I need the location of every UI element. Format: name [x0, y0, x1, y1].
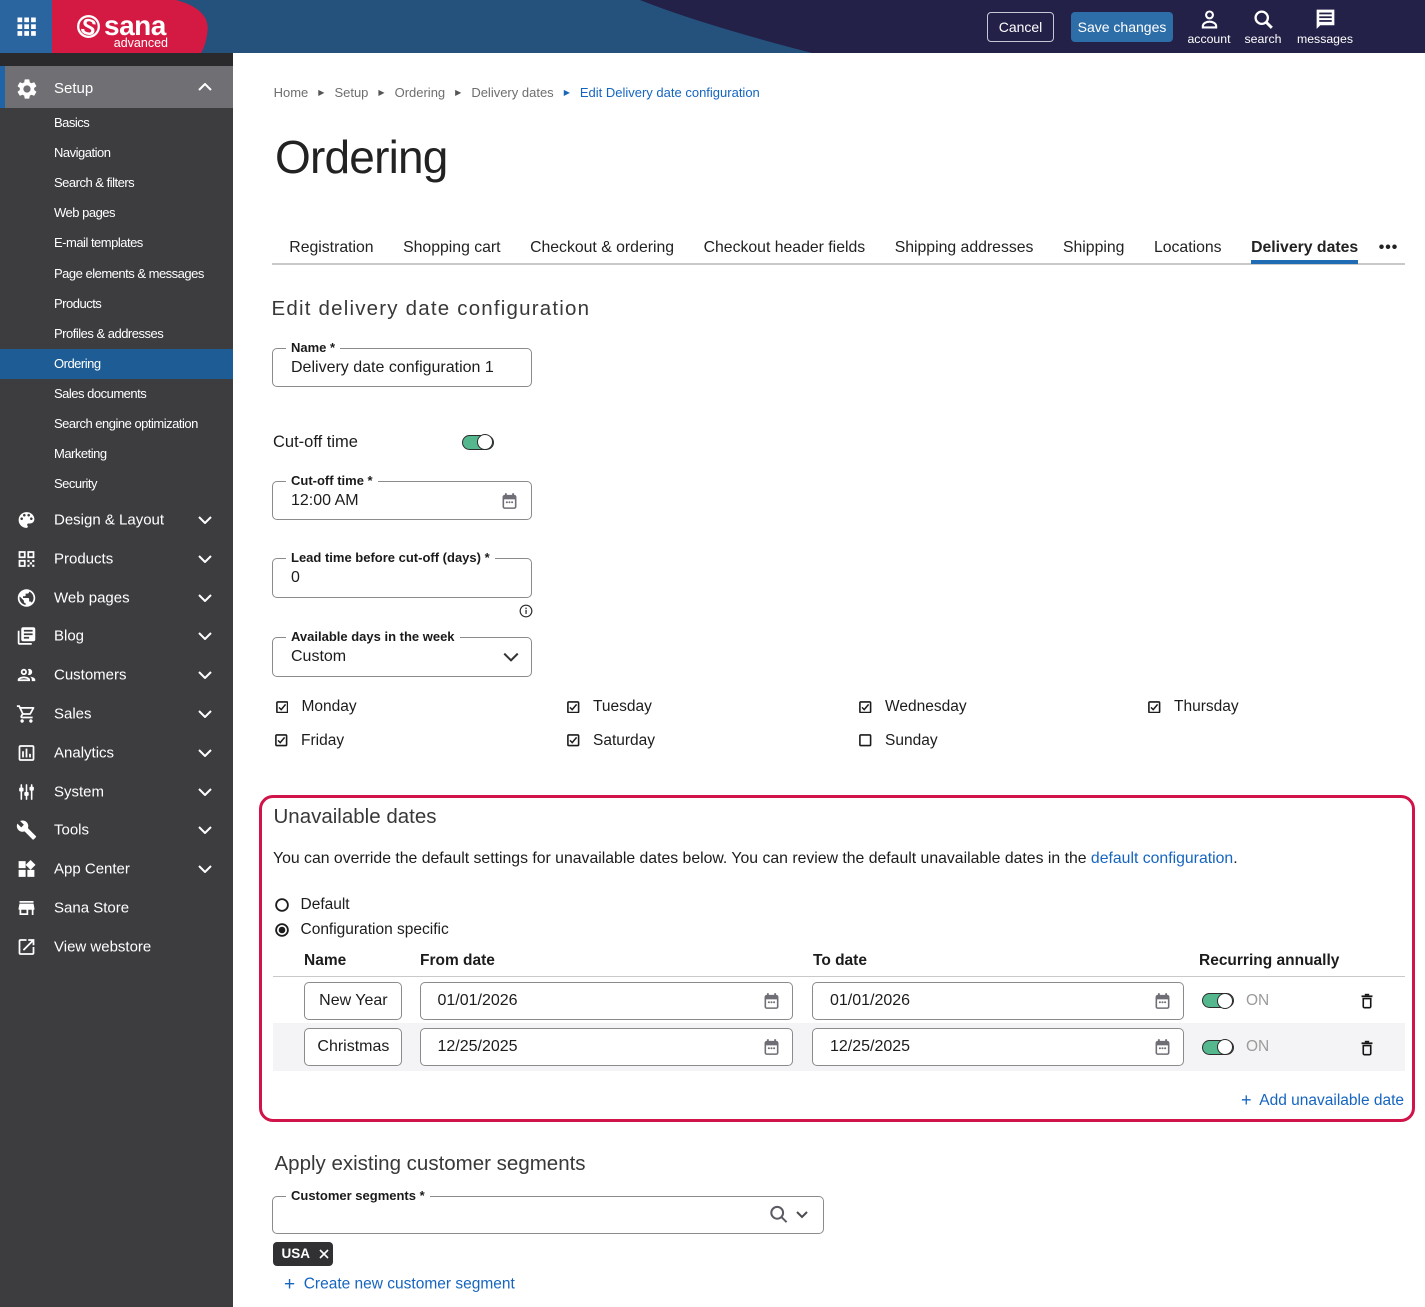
svg-text:advanced: advanced: [114, 36, 168, 50]
